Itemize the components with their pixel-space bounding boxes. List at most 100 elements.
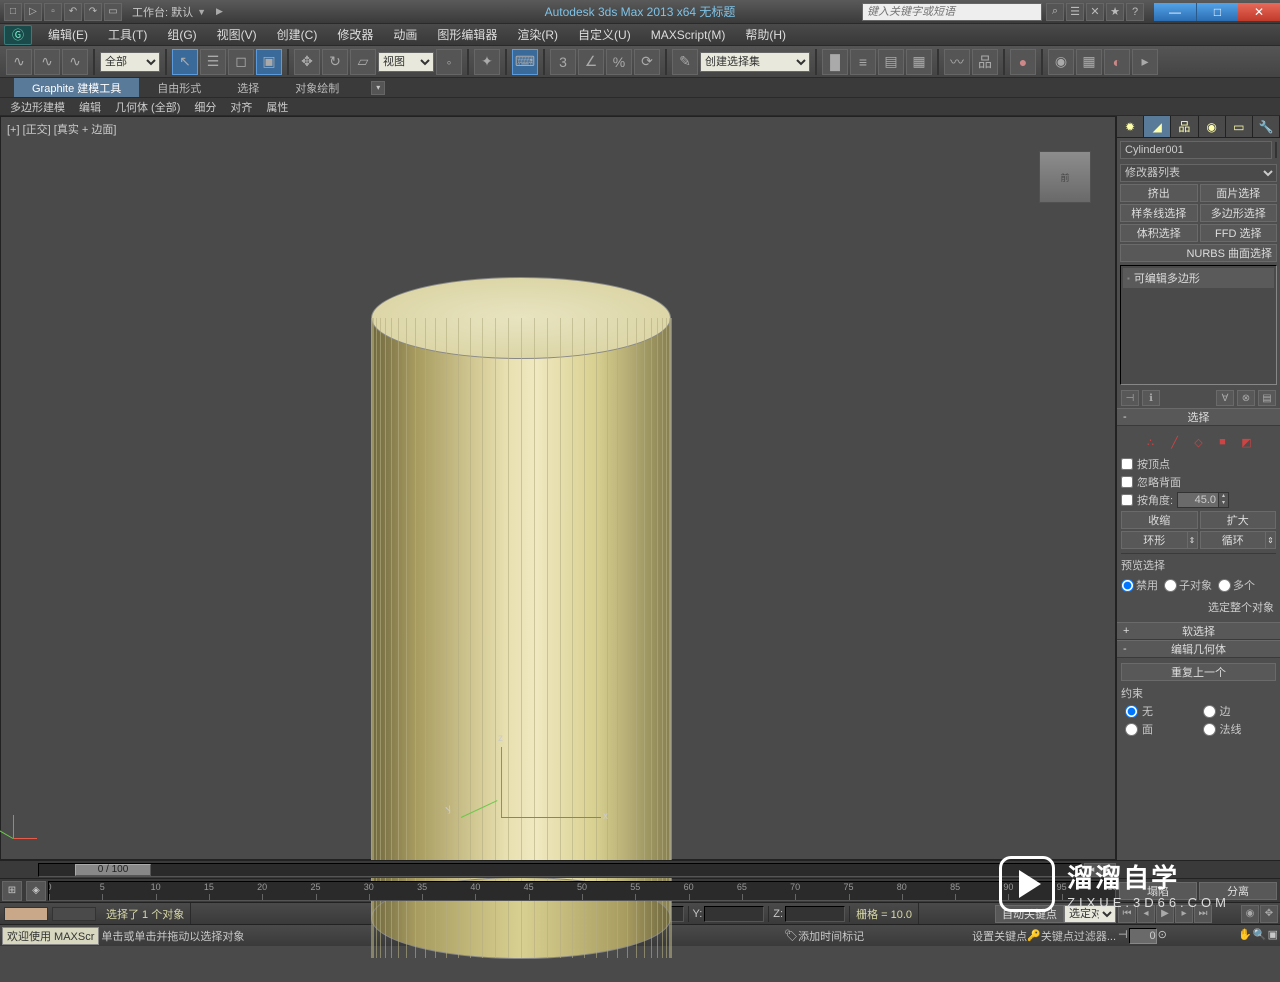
constraint-edge-radio[interactable] xyxy=(1203,705,1216,718)
by-angle-checkbox[interactable] xyxy=(1121,494,1133,506)
rollup-edit-geometry[interactable]: -编辑几何体 xyxy=(1117,640,1280,658)
time-slider-thumb[interactable]: 0 / 100 xyxy=(75,864,151,876)
selection-lock-icon[interactable]: ✥ xyxy=(1260,905,1278,923)
menu-group[interactable]: 组(G) xyxy=(157,26,206,43)
menu-edit[interactable]: 编辑(E) xyxy=(38,26,98,43)
maximize-viewport-icon[interactable]: ▣ xyxy=(1268,928,1278,944)
modifier-list-dropdown[interactable]: 修改器列表 xyxy=(1120,164,1277,182)
select-by-name-button[interactable]: ☰ xyxy=(200,49,226,75)
pivot-button[interactable]: ◦ xyxy=(436,49,462,75)
show-end-result-icon[interactable]: ℹ xyxy=(1142,390,1160,406)
render-frame-button[interactable]: ▦ xyxy=(1076,49,1102,75)
mod-btn-extrude[interactable]: 挤出 xyxy=(1120,184,1198,202)
help-icon[interactable]: ? xyxy=(1126,3,1144,21)
link-icon[interactable]: ∿ xyxy=(6,49,32,75)
shrink-button[interactable]: 收缩 xyxy=(1121,511,1198,529)
panel-properties[interactable]: 属性 xyxy=(260,99,294,115)
scale-tool-button[interactable]: ▱ xyxy=(350,49,376,75)
keyboard-shortcut-button[interactable]: ⌨ xyxy=(512,49,538,75)
viewport[interactable]: [+] [正交] [真实 + 边面] 前 xyxy=(0,116,1116,860)
menu-tools[interactable]: 工具(T) xyxy=(98,26,157,43)
open-icon[interactable]: ▷ xyxy=(24,3,42,21)
make-unique-icon[interactable]: ∀ xyxy=(1216,390,1234,406)
panel-edit[interactable]: 编辑 xyxy=(73,99,107,115)
close-button[interactable]: ✕ xyxy=(1238,3,1280,21)
current-frame-field[interactable] xyxy=(1129,928,1157,944)
edit-named-sel-button[interactable]: ✎ xyxy=(672,49,698,75)
minimize-button[interactable]: — xyxy=(1154,3,1196,21)
undo-icon[interactable]: ↶ xyxy=(64,3,82,21)
panel-geometry[interactable]: 几何体 (全部) xyxy=(109,99,186,115)
polygon-subobj-icon[interactable]: ■ xyxy=(1213,433,1233,451)
add-time-tag-label[interactable]: 添加时间标记 xyxy=(798,928,864,944)
named-selection-dropdown[interactable]: 创建选择集 xyxy=(700,52,810,72)
time-tag-icon[interactable]: 🏷 xyxy=(784,929,798,942)
menu-modifiers[interactable]: 修改器 xyxy=(327,26,383,43)
setkey-button[interactable]: 设置关键点 xyxy=(972,928,1027,944)
rotate-tool-button[interactable]: ↻ xyxy=(322,49,348,75)
preview-disable-radio[interactable] xyxy=(1121,579,1134,592)
border-subobj-icon[interactable]: ◇ xyxy=(1189,433,1209,451)
spinner-snap-button[interactable]: ⟳ xyxy=(634,49,660,75)
welcome-script-label[interactable]: 欢迎使用 MAXScr xyxy=(2,927,99,945)
angle-snap-button[interactable]: ∠ xyxy=(578,49,604,75)
chevron-right-icon[interactable]: ▶ xyxy=(216,6,223,17)
menu-maxscript[interactable]: MAXScript(M) xyxy=(641,28,736,42)
coord-y-field[interactable] xyxy=(704,906,764,922)
schematic-view-button[interactable]: 品 xyxy=(972,49,998,75)
modifier-stack[interactable]: 可编辑多边形 xyxy=(1120,265,1277,385)
tab-object-paint[interactable]: 对象绘制 xyxy=(277,78,357,97)
menu-view[interactable]: 视图(V) xyxy=(207,26,267,43)
mod-btn-patchsel[interactable]: 面片选择 xyxy=(1200,184,1278,202)
object-color-swatch[interactable] xyxy=(1275,142,1277,158)
tab-select[interactable]: 选择 xyxy=(219,78,277,97)
grow-button[interactable]: 扩大 xyxy=(1200,511,1277,529)
repeat-last-button[interactable]: 重复上一个 xyxy=(1121,663,1276,681)
constraint-normal-radio[interactable] xyxy=(1203,723,1216,736)
key-filters-button[interactable]: 关键点过滤器... xyxy=(1041,928,1116,944)
zoom-view-icon[interactable]: 🔍 xyxy=(1253,928,1267,944)
ring-button[interactable]: 环形⇕ xyxy=(1121,531,1198,549)
constraint-face-radio[interactable] xyxy=(1125,723,1138,736)
signin-icon[interactable]: ☰ xyxy=(1066,3,1084,21)
prev-key-icon[interactable]: ⊣ xyxy=(1118,928,1128,944)
ignore-backface-checkbox[interactable] xyxy=(1121,476,1133,488)
display-tab-icon[interactable]: ▭ xyxy=(1226,116,1253,137)
manipulate-button[interactable]: ✦ xyxy=(474,49,500,75)
menu-customize[interactable]: 自定义(U) xyxy=(568,26,641,43)
search-input[interactable] xyxy=(862,3,1042,21)
angle-spinner[interactable]: ▴▾ xyxy=(1177,492,1229,508)
menu-help[interactable]: 帮助(H) xyxy=(735,26,796,43)
snap-toggle-button[interactable]: 3 xyxy=(550,49,576,75)
create-tab-icon[interactable]: ✹ xyxy=(1117,116,1144,137)
edge-subobj-icon[interactable]: ╱ xyxy=(1165,433,1185,451)
new-icon[interactable]: □ xyxy=(4,3,22,21)
curve-editor-button[interactable]: 〰 xyxy=(944,49,970,75)
percent-snap-button[interactable]: % xyxy=(606,49,632,75)
menu-graph-editors[interactable]: 图形编辑器 xyxy=(427,26,507,43)
binoculars-icon[interactable]: ⌕ xyxy=(1046,3,1064,21)
chevron-down-icon[interactable]: ▼ xyxy=(197,7,206,17)
material-editor-button[interactable]: ● xyxy=(1010,49,1036,75)
preview-multi-radio[interactable] xyxy=(1218,579,1231,592)
preview-subobj-radio[interactable] xyxy=(1164,579,1177,592)
hierarchy-tab-icon[interactable]: 品 xyxy=(1171,116,1198,137)
pan-view-icon[interactable]: ✋ xyxy=(1238,928,1252,944)
app-menu-button[interactable]: Ⓖ xyxy=(4,25,32,45)
bind-icon[interactable]: ∿ xyxy=(62,49,88,75)
menu-create[interactable]: 创建(C) xyxy=(267,26,328,43)
rollup-selection[interactable]: -选择 xyxy=(1117,408,1280,426)
pin-stack-icon[interactable]: ⊣ xyxy=(1121,390,1139,406)
mod-btn-volsel[interactable]: 体积选择 xyxy=(1120,224,1198,242)
unlink-icon[interactable]: ∿ xyxy=(34,49,60,75)
configure-sets-icon[interactable]: ▤ xyxy=(1258,390,1276,406)
tab-freeform[interactable]: 自由形式 xyxy=(139,78,219,97)
panel-align[interactable]: 对齐 xyxy=(224,99,258,115)
element-subobj-icon[interactable]: ◩ xyxy=(1237,433,1257,451)
loop-button[interactable]: 循环⇕ xyxy=(1200,531,1277,549)
object-name-field[interactable] xyxy=(1120,141,1272,159)
stack-item-epoly[interactable]: 可编辑多边形 xyxy=(1123,268,1274,288)
ribbon-minimize-icon[interactable]: ▾ xyxy=(371,81,385,95)
tab-graphite[interactable]: Graphite 建模工具 xyxy=(14,78,139,97)
favorite-icon[interactable]: ★ xyxy=(1106,3,1124,21)
